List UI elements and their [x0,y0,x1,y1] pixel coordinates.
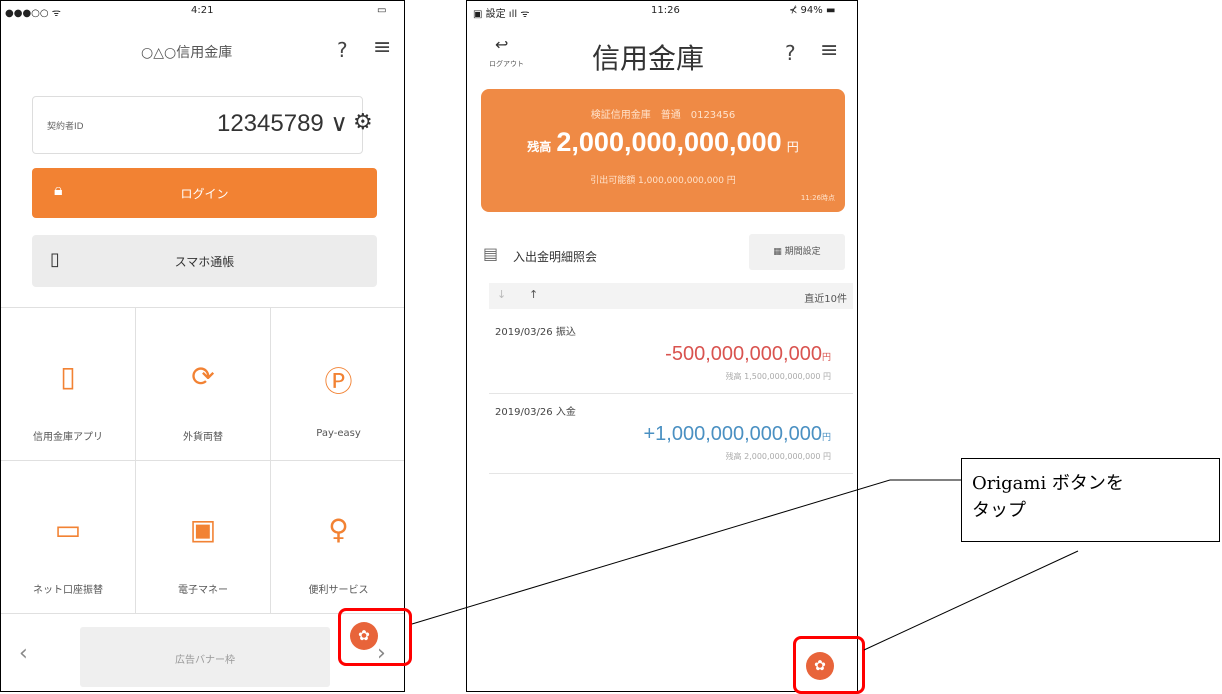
callout-line-right [863,550,1079,651]
callout-lines [411,479,1079,651]
callout-line2: タップ [972,500,1026,521]
callout-line-left [411,479,891,625]
callout-box: Origami ボタンを タップ [961,458,1220,542]
callout-line1: Origami ボタンを [972,473,1124,494]
